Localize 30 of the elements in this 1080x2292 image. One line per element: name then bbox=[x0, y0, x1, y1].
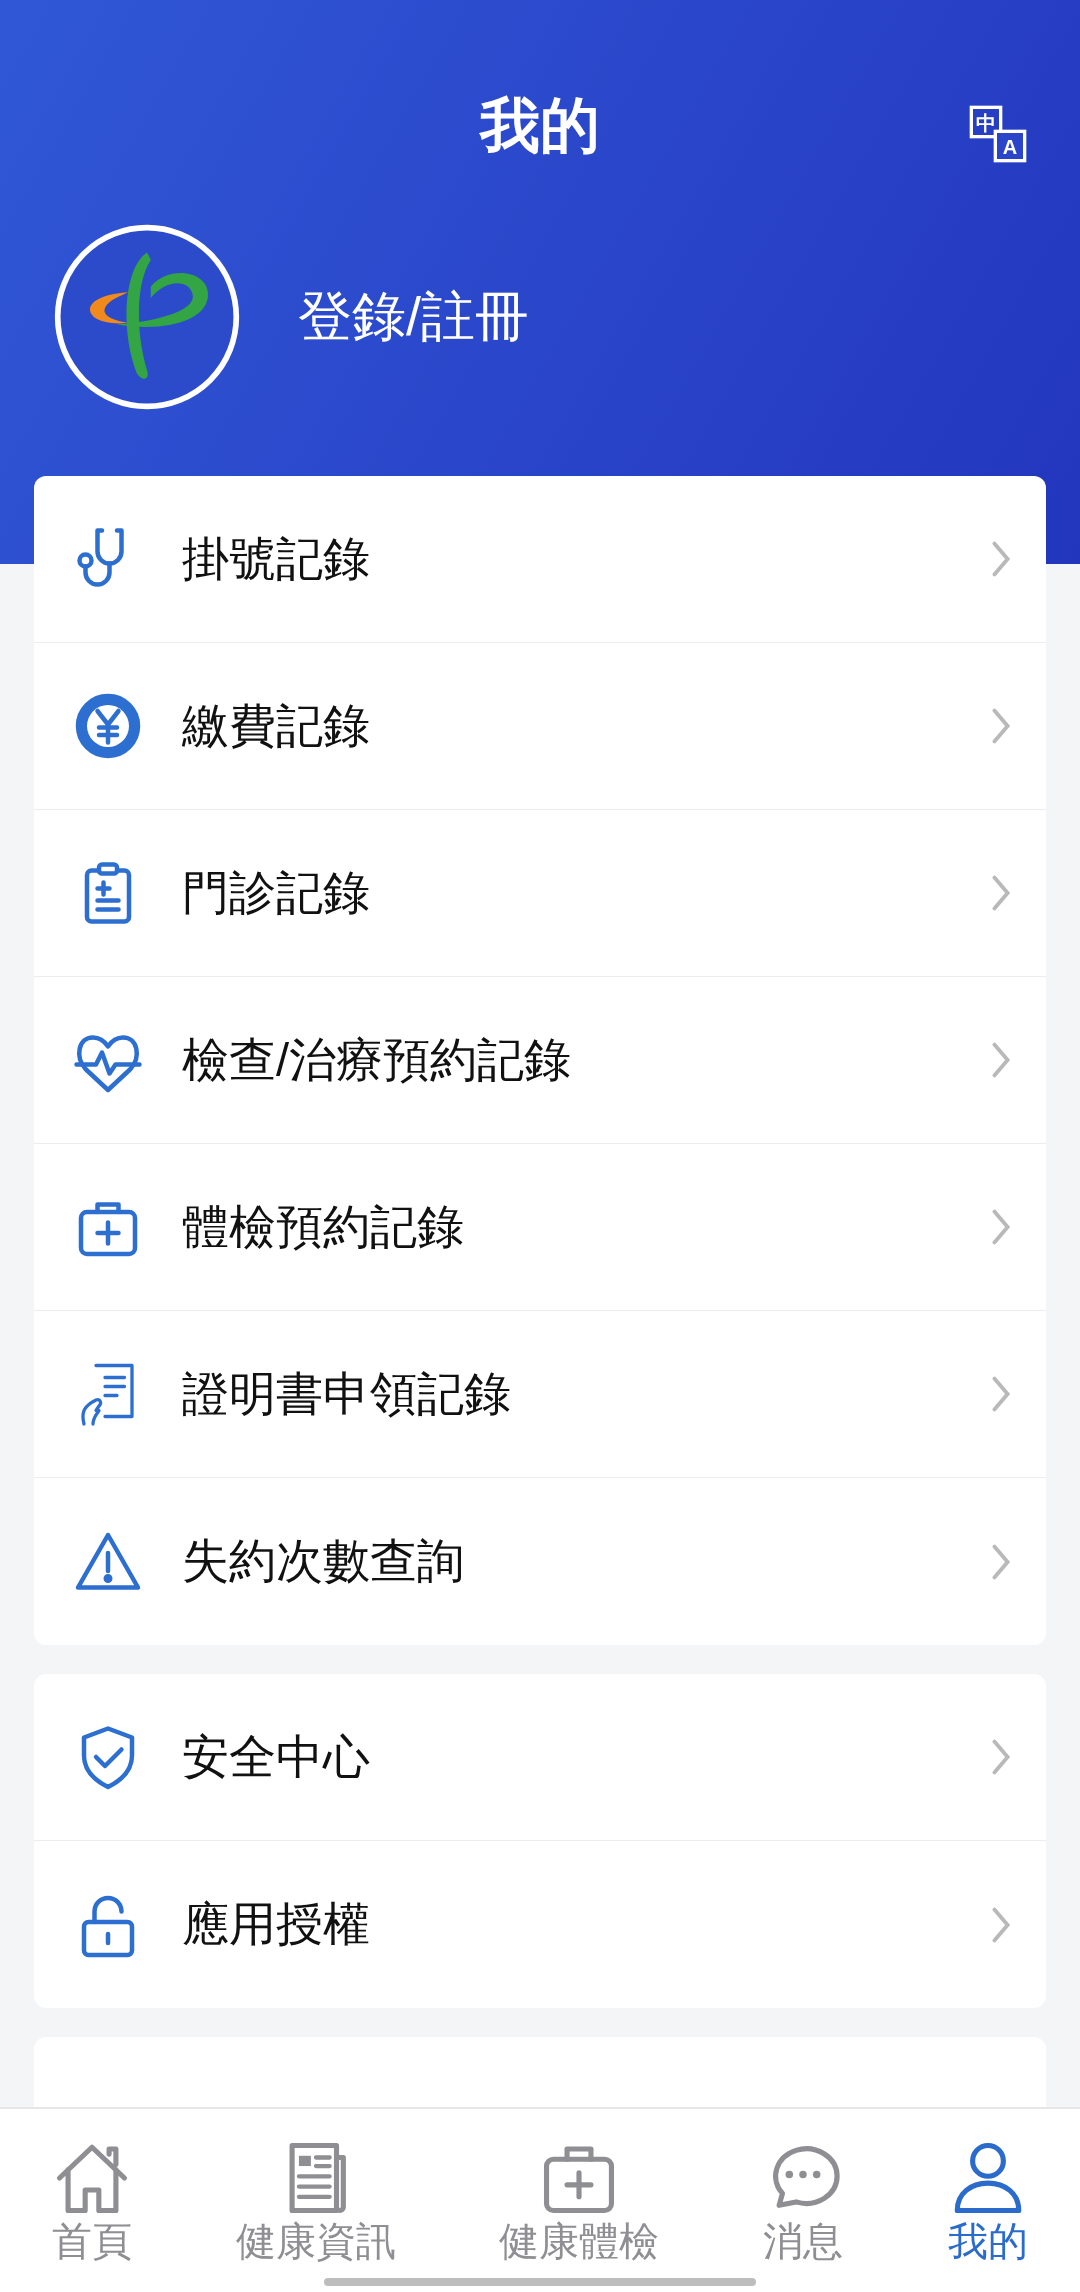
chevron-icon bbox=[990, 1040, 1012, 1080]
chevron-icon bbox=[990, 1207, 1012, 1247]
menu-label: 證明書申領記錄 bbox=[182, 1365, 512, 1422]
chevron-icon bbox=[990, 539, 1012, 579]
chevron-icon bbox=[990, 873, 1012, 913]
chevron-icon bbox=[990, 1737, 1012, 1777]
menu-item[interactable]: 應用授權 bbox=[34, 1841, 1046, 2008]
chevron-icon bbox=[990, 1374, 1012, 1414]
menu-item[interactable]: 檢查/治療預約記錄 bbox=[34, 977, 1046, 1144]
menu-label: 門診記錄 bbox=[182, 864, 371, 921]
menu-label: 體檢預約記錄 bbox=[182, 1198, 465, 1255]
chevron-icon bbox=[990, 706, 1012, 746]
menu-label: 應用授權 bbox=[182, 1896, 371, 1952]
menu-item[interactable]: 證明書申領記錄 bbox=[34, 1311, 1046, 1478]
menu-label: 掛號記錄 bbox=[182, 530, 371, 587]
menu-label: 安全中心 bbox=[182, 1728, 371, 1785]
menu-item[interactable]: 安全中心 bbox=[34, 1674, 1046, 1841]
menu-item[interactable]: 掛號記錄 bbox=[34, 476, 1046, 643]
menu-label: 失約次數查詢 bbox=[182, 1533, 465, 1589]
page-title: 我的 bbox=[480, 96, 600, 156]
login-link[interactable]: 登錄/註冊 bbox=[298, 280, 529, 354]
menu-item[interactable]: 繳費記錄 bbox=[34, 643, 1046, 810]
menu-label: 檢查/治療預約記錄 bbox=[182, 1031, 573, 1088]
avatar-logo[interactable] bbox=[52, 222, 242, 412]
menu-item[interactable]: 門診記錄 bbox=[34, 810, 1046, 977]
menu-item[interactable]: 體檢預約記錄 bbox=[34, 1144, 1046, 1311]
language-button[interactable]: 中 A bbox=[966, 102, 1030, 166]
menu-item[interactable]: 失約次數查詢 bbox=[34, 1478, 1046, 1645]
menu-label: 繳費記錄 bbox=[182, 697, 371, 754]
tab-item[interactable]: 我的 bbox=[946, 2137, 1029, 2263]
